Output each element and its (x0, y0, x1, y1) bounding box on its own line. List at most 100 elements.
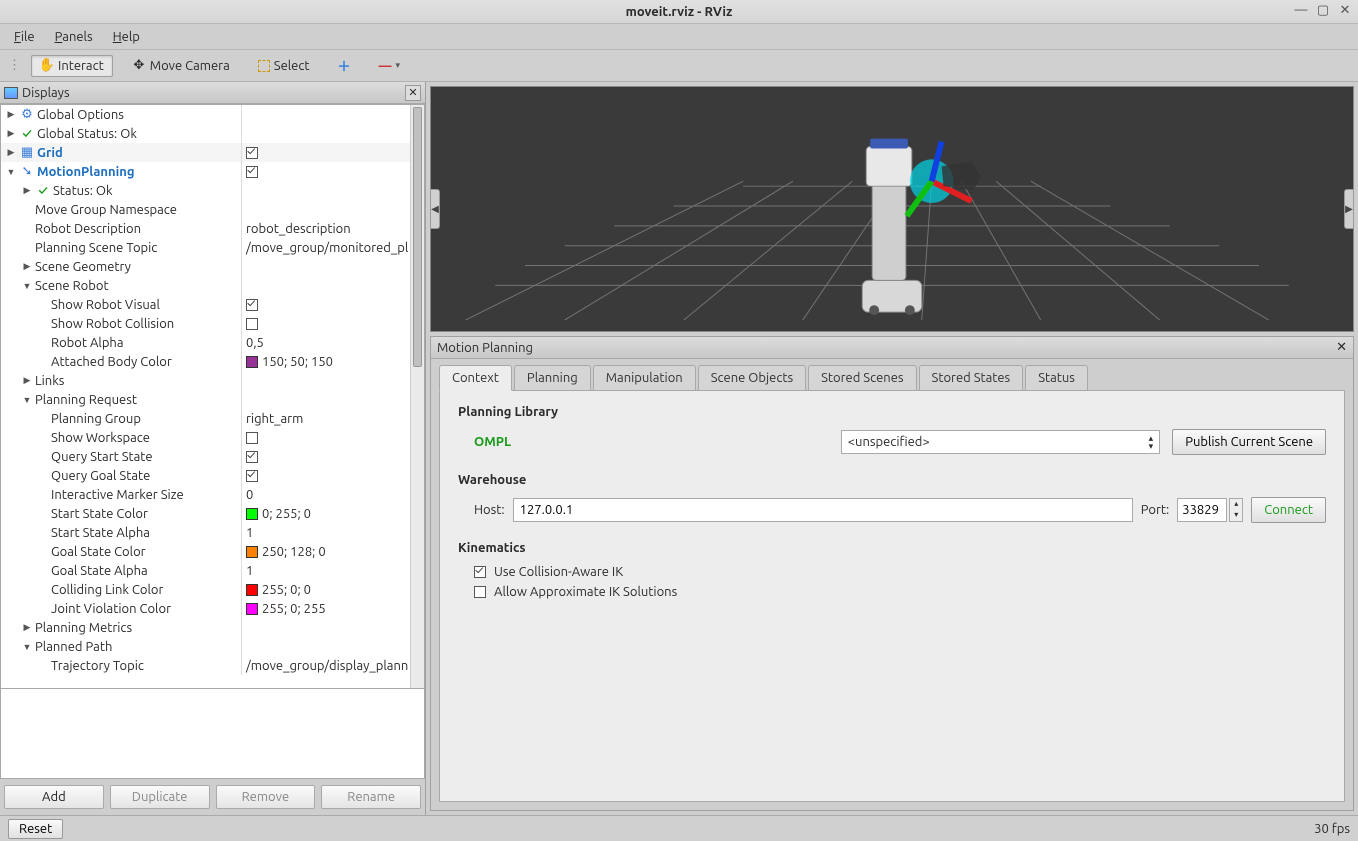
tree-row-value[interactable] (242, 447, 424, 466)
tree-row-value[interactable]: 0; 255; 0 (242, 504, 424, 523)
tree-row-label[interactable]: Start State Alpha (1, 523, 241, 542)
tree-row-label[interactable]: Interactive Marker Size (1, 485, 241, 504)
tab-scene-objects[interactable]: Scene Objects (698, 365, 806, 391)
tree-row-value[interactable]: 0 (242, 485, 424, 504)
tree-row-label[interactable]: Robot Alpha (1, 333, 241, 352)
tree-row-label[interactable]: Query Start State (1, 447, 241, 466)
host-input[interactable] (513, 498, 1133, 522)
tree-row-value[interactable] (242, 371, 424, 390)
close-icon[interactable]: ✕ (1338, 3, 1352, 18)
checkbox-icon[interactable] (246, 451, 258, 463)
tree-row-label[interactable]: Move Group Namespace (1, 200, 241, 219)
checkbox-icon[interactable] (246, 318, 258, 330)
menu-help[interactable]: Help (113, 30, 140, 44)
tree-row-value[interactable]: 1 (242, 523, 424, 542)
menu-file[interactable]: File (14, 30, 35, 44)
maximize-icon[interactable]: ▢ (1316, 3, 1330, 18)
tree-row-value[interactable] (242, 276, 424, 295)
tree-row-value[interactable] (242, 466, 424, 485)
tool-interact[interactable]: ✋ Interact (31, 55, 113, 77)
checkbox-icon[interactable] (246, 299, 258, 311)
tree-row-value[interactable] (242, 105, 424, 124)
publish-scene-button[interactable]: Publish Current Scene (1172, 429, 1326, 455)
tab-planning[interactable]: Planning (514, 365, 591, 391)
tree-row-label[interactable]: Show Robot Collision (1, 314, 241, 333)
tree-row-label[interactable]: ▼➘MotionPlanning (1, 162, 241, 181)
tree-scrollbar[interactable] (410, 105, 424, 688)
tree-row-label[interactable]: ▼Planned Path (1, 637, 241, 656)
tree-row-value[interactable] (242, 162, 424, 181)
tree-row-label[interactable]: Show Workspace (1, 428, 241, 447)
tree-row-label[interactable]: ▼Scene Robot (1, 276, 241, 295)
tab-status[interactable]: Status (1025, 365, 1088, 391)
menu-panels[interactable]: Panels (55, 30, 93, 44)
displays-tree[interactable]: ▶⚙Global Options▶✓Global Status: Ok▶▦Gri… (0, 104, 425, 689)
panel-close-icon[interactable]: ✕ (405, 85, 421, 101)
port-input[interactable] (1177, 498, 1227, 522)
tree-row-value[interactable] (242, 618, 424, 637)
tree-row-label[interactable]: ▶Planning Metrics (1, 618, 241, 637)
tree-row-label[interactable]: ▶✓Global Status: Ok (1, 124, 241, 143)
tree-row-value[interactable]: 250; 128; 0 (242, 542, 424, 561)
collision-ik-checkbox[interactable]: Use Collision-Aware IK (474, 565, 1326, 579)
tree-row-value[interactable] (242, 200, 424, 219)
tree-row-label[interactable]: Colliding Link Color (1, 580, 241, 599)
checkbox-icon[interactable] (246, 166, 258, 178)
approx-ik-checkbox[interactable]: Allow Approximate IK Solutions (474, 585, 1326, 599)
tab-stored-states[interactable]: Stored States (919, 365, 1024, 391)
reset-button[interactable]: Reset (8, 819, 63, 839)
checkbox-icon[interactable] (246, 147, 258, 159)
tree-row-value[interactable]: 1 (242, 561, 424, 580)
tree-row-value[interactable]: 255; 0; 0 (242, 580, 424, 599)
tab-stored-scenes[interactable]: Stored Scenes (808, 365, 916, 391)
tree-row-label[interactable]: ▶Scene Geometry (1, 257, 241, 276)
tree-row-label[interactable]: Query Goal State (1, 466, 241, 485)
connect-button[interactable]: Connect (1251, 497, 1326, 523)
tree-row-value[interactable] (242, 637, 424, 656)
tree-row-label[interactable]: Attached Body Color (1, 352, 241, 371)
tree-row-label[interactable]: Planning Scene Topic (1, 238, 241, 257)
spin-down-icon[interactable]: ▾ (1230, 510, 1242, 521)
tree-row-label[interactable]: ▶✓Status: Ok (1, 181, 241, 200)
tool-remove[interactable]: —▾ (370, 55, 410, 77)
tree-row-value[interactable]: robot_description (242, 219, 424, 238)
viewport-right-handle[interactable]: ▶ (1344, 189, 1354, 229)
minimize-icon[interactable]: — (1294, 3, 1308, 18)
tree-row-label[interactable]: ▶▦Grid (1, 143, 241, 162)
tab-manipulation[interactable]: Manipulation (593, 365, 696, 391)
port-spinner[interactable]: ▴▾ (1177, 498, 1243, 522)
tree-row-value[interactable]: 255; 0; 255 (242, 599, 424, 618)
tree-row-value[interactable] (242, 181, 424, 200)
checkbox-icon[interactable] (246, 470, 258, 482)
tree-row-value[interactable] (242, 390, 424, 409)
tree-row-value[interactable]: /move_group/display_plann (242, 656, 424, 675)
planner-select[interactable]: <unspecified> ▴▾ (841, 430, 1161, 454)
tree-row-value[interactable] (242, 143, 424, 162)
tree-row-value[interactable] (242, 295, 424, 314)
tree-row-label[interactable]: ▶Links (1, 371, 241, 390)
tree-row-label[interactable]: Trajectory Topic (1, 656, 241, 675)
tree-row-label[interactable]: Robot Description (1, 219, 241, 238)
tree-row-value[interactable]: 0,5 (242, 333, 424, 352)
tab-context[interactable]: Context (439, 365, 512, 391)
tree-row-label[interactable]: Show Robot Visual (1, 295, 241, 314)
tree-row-value[interactable] (242, 428, 424, 447)
tree-row-label[interactable]: Goal State Alpha (1, 561, 241, 580)
mp-close-icon[interactable]: ✕ (1336, 340, 1347, 355)
tree-row-label[interactable]: ▼Planning Request (1, 390, 241, 409)
tree-row-label[interactable]: Joint Violation Color (1, 599, 241, 618)
viewport-left-handle[interactable]: ◀ (430, 189, 440, 229)
tree-row-value[interactable]: right_arm (242, 409, 424, 428)
checkbox-icon[interactable] (246, 432, 258, 444)
tree-row-value[interactable] (242, 257, 424, 276)
tree-row-value[interactable] (242, 314, 424, 333)
tree-row-value[interactable] (242, 124, 424, 143)
tree-row-label[interactable]: Goal State Color (1, 542, 241, 561)
tree-row-value[interactable]: /move_group/monitored_pl (242, 238, 424, 257)
tree-row-label[interactable]: ▶⚙Global Options (1, 105, 241, 124)
tree-row-label[interactable]: Planning Group (1, 409, 241, 428)
add-button[interactable]: Add (4, 785, 104, 809)
tree-row-value[interactable]: 150; 50; 150 (242, 352, 424, 371)
tree-row-label[interactable]: Start State Color (1, 504, 241, 523)
3d-viewport[interactable]: ◀ ▶ (430, 86, 1354, 332)
